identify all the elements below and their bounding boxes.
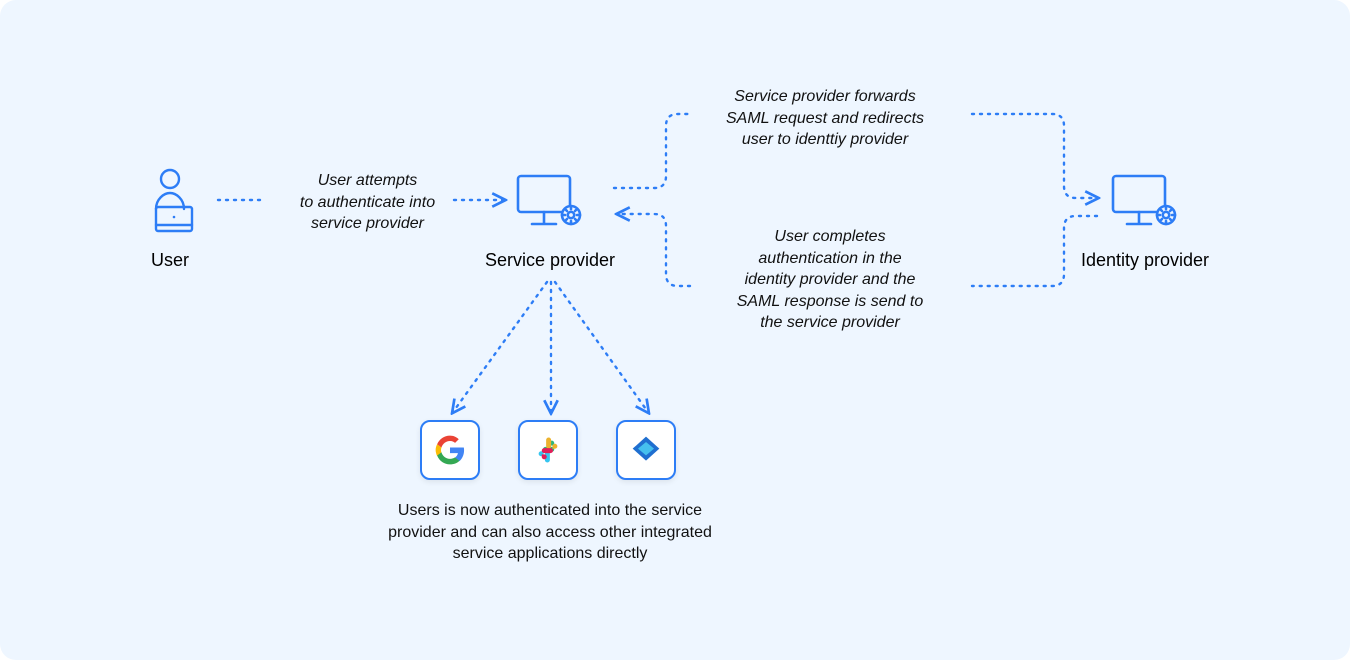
app-tile-google — [420, 420, 480, 480]
app-tile-slack — [518, 420, 578, 480]
result-text: Users is now authenticated into the serv… — [360, 500, 740, 565]
google-icon — [435, 435, 465, 465]
diagram-canvas: User Service provider — [0, 0, 1350, 660]
azure-ad-icon — [630, 434, 662, 466]
app-tile-azure — [616, 420, 676, 480]
slack-icon — [533, 435, 563, 465]
